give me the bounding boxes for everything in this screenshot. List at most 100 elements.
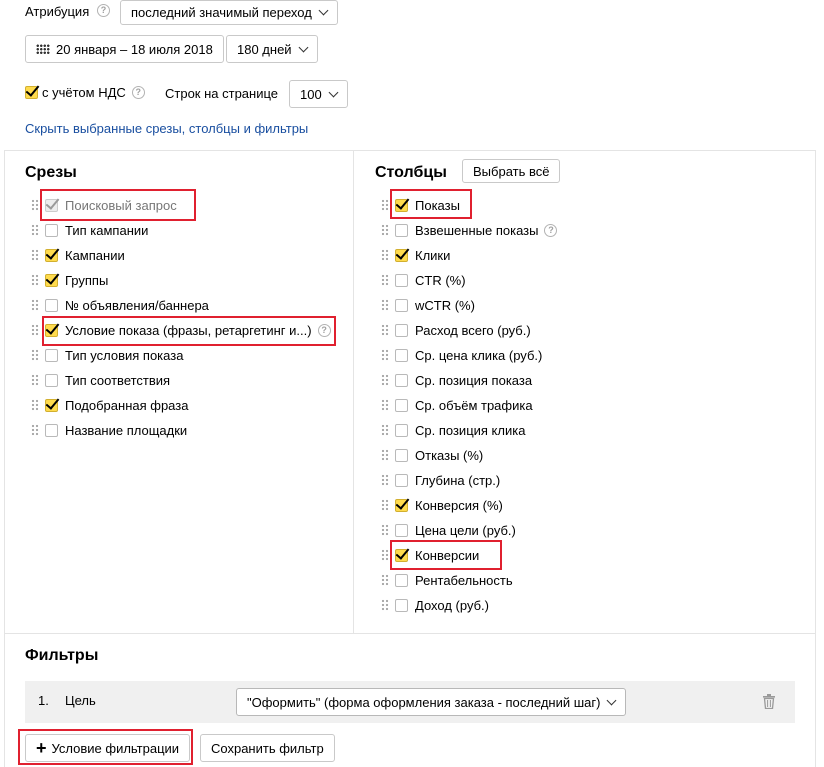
slices-item-label: № объявления/баннера (65, 297, 209, 313)
columns-item[interactable]: Ср. позиция клика (381, 420, 525, 440)
checkbox[interactable] (395, 248, 408, 262)
checkbox[interactable] (395, 423, 408, 437)
checkbox[interactable] (45, 298, 58, 312)
columns-item-label: CTR (%) (415, 272, 466, 288)
attribution-select[interactable]: последний значимый переход (120, 0, 338, 25)
columns-item[interactable]: Расход всего (руб.) (381, 320, 531, 340)
drag-handle-icon[interactable] (381, 574, 389, 586)
columns-item[interactable]: Доход (руб.) (381, 595, 489, 615)
drag-handle-icon[interactable] (381, 599, 389, 611)
checkbox[interactable] (45, 398, 58, 412)
drag-handle-icon[interactable] (31, 299, 39, 311)
slices-item[interactable]: № объявления/баннера (31, 295, 209, 315)
checkbox[interactable] (395, 223, 408, 237)
drag-handle-icon[interactable] (31, 324, 39, 336)
checkbox[interactable] (395, 273, 408, 287)
save-filter-label: Сохранить фильтр (211, 740, 324, 756)
slices-item[interactable]: Тип условия показа (31, 345, 183, 365)
drag-handle-icon[interactable] (381, 449, 389, 461)
drag-handle-icon[interactable] (31, 274, 39, 286)
save-filter-button[interactable]: Сохранить фильтр (200, 734, 335, 762)
drag-handle-icon[interactable] (381, 249, 389, 261)
panel-divider (4, 150, 816, 151)
drag-handle-icon[interactable] (381, 524, 389, 536)
columns-item-label: Ср. объём трафика (415, 397, 533, 413)
drag-handle-icon[interactable] (381, 224, 389, 236)
drag-handle-icon[interactable] (31, 224, 39, 236)
columns-item[interactable]: Взвешенные показы? (381, 220, 558, 240)
drag-handle-icon[interactable] (381, 499, 389, 511)
columns-item[interactable]: Цена цели (руб.) (381, 520, 516, 540)
checkbox[interactable] (45, 248, 58, 262)
help-icon[interactable]: ? (97, 4, 110, 17)
checkbox[interactable] (395, 473, 408, 487)
checkbox[interactable] (395, 498, 408, 512)
drag-handle-icon[interactable] (381, 349, 389, 361)
checkbox[interactable] (395, 598, 408, 612)
vat-label: с учётом НДС (42, 85, 126, 100)
slices-item[interactable]: Тип кампании (31, 220, 148, 240)
columns-item[interactable]: Ср. объём трафика (381, 395, 533, 415)
drag-handle-icon[interactable] (31, 424, 39, 436)
trash-icon[interactable] (763, 694, 775, 712)
date-range-picker[interactable]: 20 января – 18 июля 2018 (25, 35, 224, 63)
slices-item[interactable]: Кампании (31, 245, 125, 265)
drag-handle-icon[interactable] (31, 249, 39, 261)
checkbox[interactable] (45, 223, 58, 237)
drag-handle-icon[interactable] (31, 399, 39, 411)
columns-item[interactable]: Ср. позиция показа (381, 370, 532, 390)
columns-item-label: Расход всего (руб.) (415, 322, 531, 338)
vat-check[interactable] (25, 86, 38, 99)
highlight-search-query (40, 189, 196, 221)
slices-item[interactable]: Группы (31, 270, 108, 290)
filter-index: 1. (38, 693, 49, 708)
checkbox[interactable] (395, 398, 408, 412)
checkbox[interactable] (45, 273, 58, 287)
columns-item[interactable]: wCTR (%) (381, 295, 475, 315)
drag-handle-icon[interactable] (381, 324, 389, 336)
slices-item[interactable]: Название площадки (31, 420, 187, 440)
drag-handle-icon[interactable] (381, 374, 389, 386)
slices-item-label: Название площадки (65, 422, 188, 438)
checkbox[interactable] (45, 423, 58, 437)
checkbox[interactable] (395, 348, 408, 362)
checkbox[interactable] (395, 448, 408, 462)
filter-field: Цель (65, 693, 96, 708)
checkbox[interactable] (395, 523, 408, 537)
drag-handle-icon[interactable] (381, 474, 389, 486)
columns-title: Столбцы (375, 164, 447, 181)
columns-item[interactable]: Отказы (%) (381, 445, 483, 465)
checkbox[interactable] (45, 348, 58, 362)
drag-handle-icon[interactable] (381, 424, 389, 436)
columns-item[interactable]: Глубина (стр.) (381, 470, 500, 490)
drag-handle-icon[interactable] (31, 349, 39, 361)
columns-item-label: Конверсия (%) (415, 497, 503, 513)
vat-checkbox[interactable]: с учётом НДС ? (25, 85, 145, 100)
rows-per-page-select[interactable]: 100 (289, 80, 348, 108)
drag-handle-icon[interactable] (381, 274, 389, 286)
help-icon[interactable]: ? (544, 223, 558, 237)
columns-item[interactable]: Клики (381, 245, 450, 265)
help-icon[interactable]: ? (131, 86, 145, 99)
checkbox[interactable] (395, 323, 408, 337)
columns-item[interactable]: Рентабельность (381, 570, 513, 590)
drag-handle-icon[interactable] (381, 399, 389, 411)
columns-item[interactable]: Ср. цена клика (руб.) (381, 345, 542, 365)
filter-value-select[interactable]: "Оформить" (форма оформления заказа - по… (236, 688, 627, 716)
select-all-button[interactable]: Выбрать всё (462, 159, 561, 183)
period-select[interactable]: 180 дней (226, 35, 318, 63)
slices-item[interactable]: Тип соответствия (31, 370, 170, 390)
checkbox[interactable] (395, 298, 408, 312)
columns-item[interactable]: CTR (%) (381, 270, 466, 290)
checkbox[interactable] (45, 373, 58, 387)
drag-handle-icon[interactable] (31, 374, 39, 386)
drag-handle-icon[interactable] (381, 549, 389, 561)
slices-item[interactable]: Подобранная фраза (31, 395, 188, 415)
checkbox[interactable] (395, 573, 408, 587)
checkbox[interactable] (395, 373, 408, 387)
drag-handle-icon[interactable] (31, 199, 39, 211)
columns-item[interactable]: Конверсия (%) (381, 495, 503, 515)
hide-selected-link[interactable]: Скрыть выбранные срезы, столбцы и фильтр… (25, 121, 308, 136)
drag-handle-icon[interactable] (381, 299, 389, 311)
drag-handle-icon[interactable] (381, 199, 389, 211)
